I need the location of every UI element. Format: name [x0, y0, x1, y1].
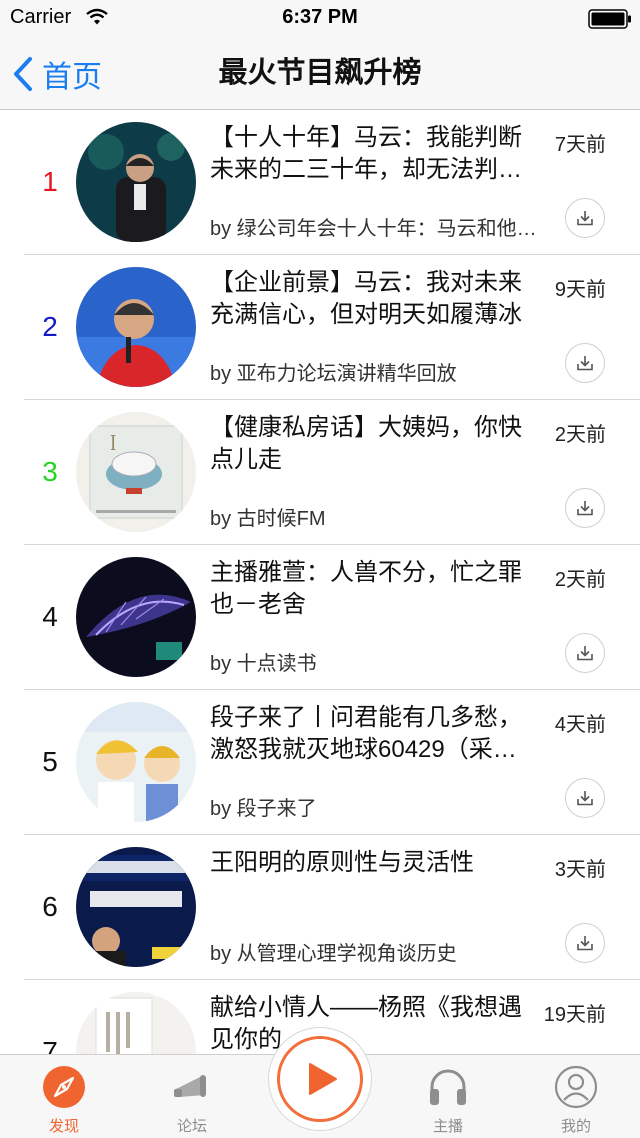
play-button[interactable] [277, 1036, 363, 1122]
item-title: 【企业前景】马云：我对未来充满信心，但对明天如履薄冰 [210, 269, 522, 328]
item-time: 7天前 [554, 134, 606, 156]
tab-discover[interactable]: 发现 [0, 1055, 128, 1138]
download-button[interactable] [565, 343, 605, 383]
thumbnail [76, 557, 196, 677]
tab-bar: 发现 论坛 主播 我的 [0, 1027, 640, 1138]
download-icon [577, 356, 593, 371]
item-time: 9天前 [554, 279, 606, 301]
item-title: 王阳明的原则性与灵活性 [210, 849, 474, 876]
item-author: by 从管理心理学视角谈历史 [210, 943, 457, 965]
item-author: by 十点读书 [210, 653, 317, 675]
download-icon [577, 936, 593, 951]
item-title: 主播雅萱：人兽不分，忙之罪也－老舍 [210, 559, 522, 618]
item-time: 3天前 [554, 859, 606, 881]
rank-number: 7 [42, 1036, 58, 1054]
tab-label: 论坛 [176, 1118, 207, 1135]
item-time: 2天前 [554, 569, 606, 591]
rank-number: 6 [42, 891, 58, 922]
compass-icon [43, 1066, 85, 1108]
tab-forum[interactable]: 论坛 [128, 1055, 256, 1138]
list-item[interactable]: 4 主播雅萱：人兽不分，忙之罪也－老舍 by 十点读书 2天前 [0, 545, 640, 690]
item-time: 4天前 [554, 714, 606, 736]
headphones-icon [430, 1069, 466, 1105]
item-author: by 古时候FM [210, 508, 326, 530]
list-item[interactable]: 1 【十人十年】马云：我能判断未来的二三十年，却无法判… by 绿公司年会十人十… [0, 110, 640, 255]
list-item[interactable]: 5 段子来了丨问君能有几多愁，激怒我就灭地球60429（采… by 段子来了 4… [0, 690, 640, 835]
download-icon [577, 501, 593, 516]
page-title: 最火节目飙升榜 [218, 57, 422, 89]
download-button[interactable] [565, 488, 605, 528]
rank-number: 3 [42, 456, 58, 487]
download-button[interactable] [565, 633, 605, 673]
thumbnail [76, 702, 196, 822]
download-icon [577, 646, 593, 661]
item-title: 【十人十年】马云：我能判断未来的二三十年，却无法判… [210, 124, 522, 183]
rank-number: 4 [42, 601, 58, 632]
list-item[interactable]: 6 王阳明的原则性与灵活性 by 从管理心理学视角谈历史 3天前 [0, 835, 640, 980]
megaphone-icon [174, 1075, 206, 1097]
player-button-ring [268, 1027, 372, 1131]
list-item[interactable]: 3 ꟾ 【健康私房话】大姨妈，你快点儿走 by 古时候FM 2天前 [0, 400, 640, 545]
item-time: 2天前 [554, 424, 606, 446]
rank-number: 2 [42, 311, 58, 342]
item-author: by 段子来了 [210, 798, 317, 820]
ranking-list: 1 【十人十年】马云：我能判断未来的二三十年，却无法判… by 绿公司年会十人十… [0, 110, 640, 1054]
download-button[interactable] [565, 923, 605, 963]
thumbnail [76, 847, 196, 967]
tab-label: 主播 [432, 1118, 463, 1135]
nav-bar: 首页 最火节目飙升榜 [0, 40, 640, 110]
rank-number: 5 [42, 746, 58, 777]
user-icon [554, 1065, 598, 1109]
svg-text:ꟾ: ꟾ [110, 434, 116, 454]
item-author: by 绿公司年会十人十年：马云和他… [210, 218, 537, 240]
download-icon [577, 791, 593, 806]
tab-label: 我的 [560, 1118, 591, 1135]
tab-anchors[interactable]: 主播 [384, 1055, 512, 1138]
download-button[interactable] [565, 778, 605, 818]
download-button[interactable] [565, 198, 605, 238]
thumbnail [76, 267, 196, 387]
tab-mine[interactable]: 我的 [512, 1055, 640, 1138]
rank-number: 1 [42, 166, 58, 197]
thumbnail [76, 992, 196, 1054]
status-bar: Carrier 6:37 PM [0, 0, 640, 40]
item-title: 段子来了丨问君能有几多愁，激怒我就灭地球60429（采… [210, 704, 522, 763]
status-time: 6:37 PM [282, 6, 358, 28]
play-icon [309, 1063, 337, 1095]
item-title: 献给小情人——杨照《我想遇见你的 [210, 994, 522, 1053]
item-time: 19天前 [543, 1004, 606, 1026]
thumbnail: ꟾ [76, 412, 196, 532]
tab-label: 发现 [48, 1118, 79, 1135]
item-title: 【健康私房话】大姨妈，你快点儿走 [210, 414, 522, 473]
download-icon [577, 211, 593, 226]
battery-icon [588, 9, 631, 29]
item-author: by 亚布力论坛演讲精华回放 [210, 363, 457, 385]
thumbnail [76, 122, 196, 242]
list-item[interactable]: 2 【企业前景】马云：我对未来充满信心，但对明天如履薄冰 by 亚布力论坛演讲精… [0, 255, 640, 400]
